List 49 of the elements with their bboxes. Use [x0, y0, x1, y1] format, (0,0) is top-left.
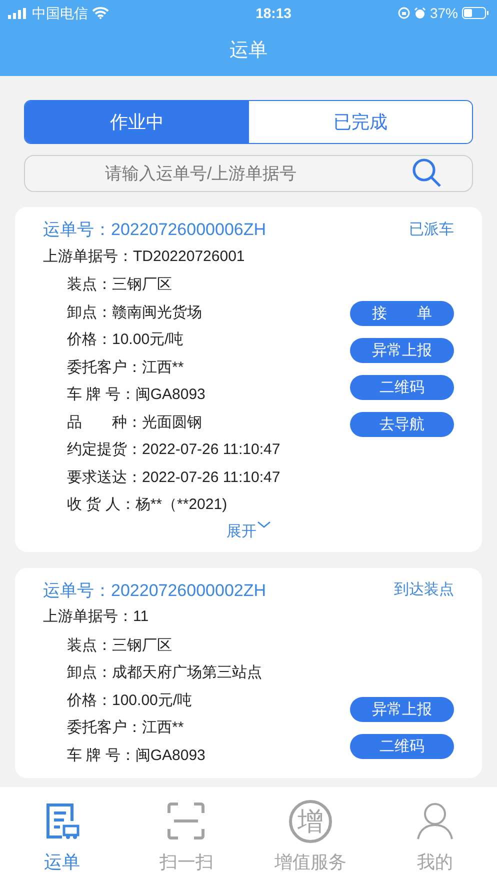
bottom-tab[interactable]: 增 增值服务	[248, 787, 373, 883]
order-status: 到达装点	[394, 580, 454, 600]
action-button[interactable]: 二维码	[350, 734, 454, 759]
battery-icon	[462, 7, 489, 19]
action-button[interactable]: 异常上报	[350, 697, 454, 722]
order-number: 运单号：20220726000002ZH	[43, 580, 266, 602]
order-detail: 卸点：赣南闽光货场	[66, 302, 203, 322]
upstream-number: 上游单据号：11	[43, 607, 150, 628]
signal-icon	[8, 8, 28, 18]
order-detail: 委托客户：江西**	[66, 358, 185, 378]
search-field[interactable]: 请输入运单号/上游单据号	[24, 155, 473, 192]
segment-tab[interactable]: 已完成	[248, 101, 472, 143]
order-detail: 卸点：成都天府广场第三站点	[66, 663, 263, 683]
wifi-icon	[92, 7, 109, 19]
order-detail: 价格：100.00元/吨	[66, 690, 194, 710]
person-icon	[416, 801, 454, 841]
alarm-icon	[414, 7, 426, 19]
action-button[interactable]: 去导航	[350, 412, 454, 436]
chevron-down-icon	[256, 521, 270, 529]
bottom-tab[interactable]: 运单	[0, 787, 124, 883]
clock-time: 18:13	[256, 4, 292, 22]
battery-percent: 37%	[430, 4, 458, 22]
order-detail: 价格：10.00元/吨	[66, 330, 185, 350]
order-detail: 收 货 人：杨**（**2021)	[66, 495, 228, 515]
action-button[interactable]: 接 单	[350, 300, 454, 326]
document-truck-icon	[44, 801, 80, 841]
order-detail: 品 种：光面圆钢	[66, 412, 203, 432]
action-button[interactable]: 异常上报	[350, 338, 454, 362]
action-button[interactable]: 二维码	[350, 374, 454, 400]
order-detail: 车 牌 号：闽GA8093	[66, 746, 206, 766]
bottom-tab[interactable]: 扫一扫	[124, 787, 248, 883]
scan-frame-icon	[166, 801, 206, 841]
order-detail: 约定提货：2022-07-26 11:10:47	[66, 440, 282, 460]
order-status: 已派车	[409, 220, 454, 240]
value-added-icon: 增	[289, 800, 332, 842]
upstream-number: 上游单据号：TD20220726001	[43, 246, 246, 267]
order-detail: 装点：三钢厂区	[66, 275, 173, 295]
segment-tab[interactable]: 作业中	[25, 101, 248, 143]
page-title: 运单	[230, 38, 268, 63]
order-detail: 要求送达：2022-07-26 11:10:47	[66, 468, 282, 488]
bottom-tab[interactable]: 我的	[372, 787, 497, 883]
search-icon[interactable]	[411, 157, 443, 189]
order-detail: 装点：三钢厂区	[66, 636, 173, 656]
expand-link[interactable]: 展开	[226, 521, 270, 544]
order-number: 运单号：20220726000006ZH	[43, 219, 266, 241]
carrier-name: 中国电信	[32, 4, 88, 22]
rotation-lock-icon	[398, 7, 410, 19]
order-detail: 车 牌 号：闽GA8093	[66, 385, 206, 405]
order-detail: 委托客户：江西**	[66, 718, 185, 738]
